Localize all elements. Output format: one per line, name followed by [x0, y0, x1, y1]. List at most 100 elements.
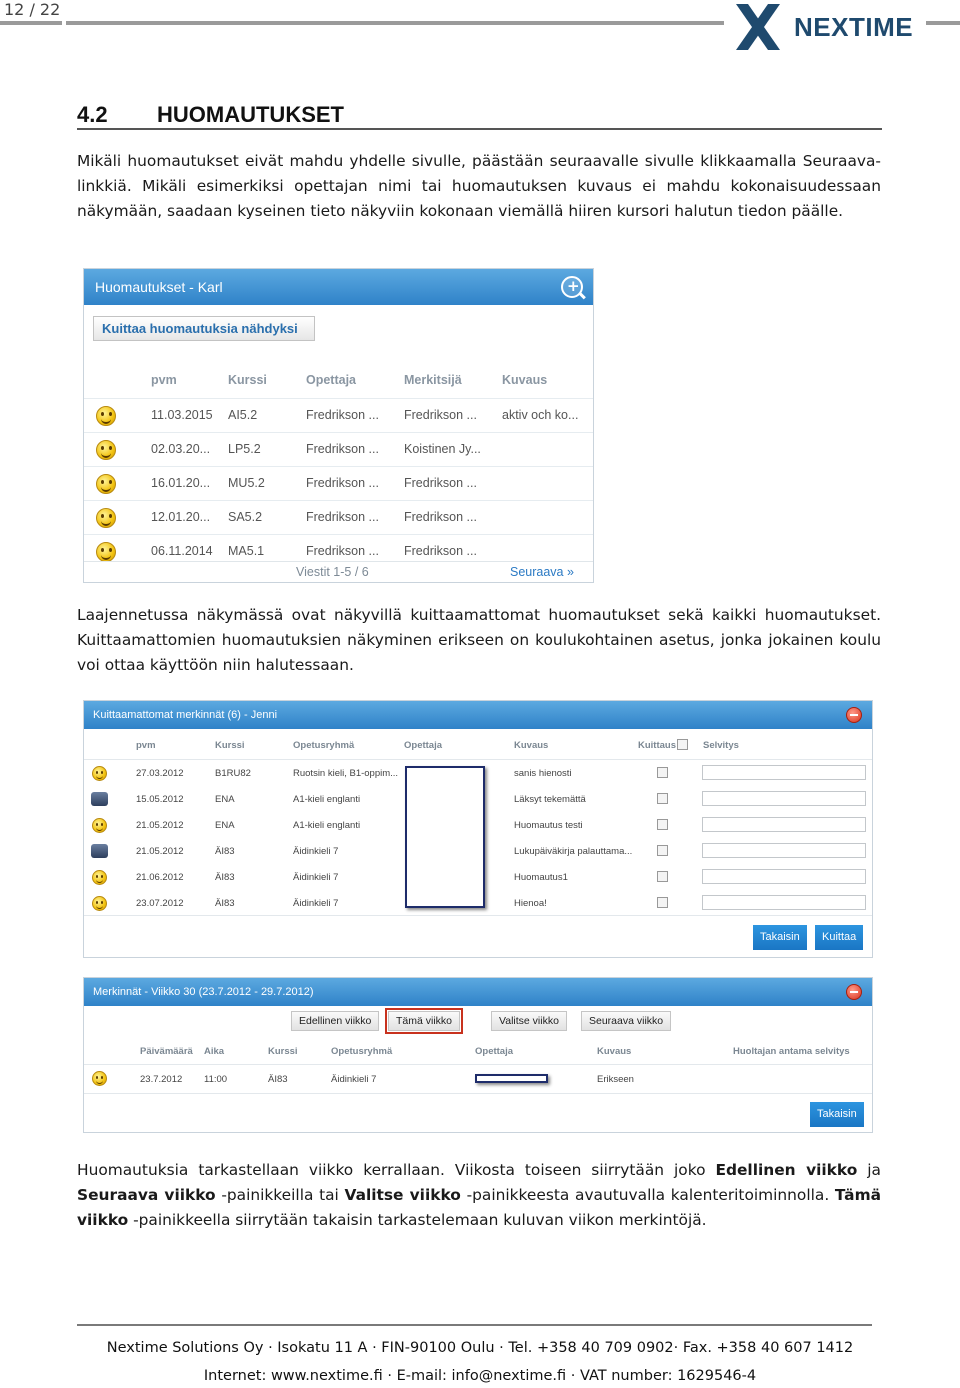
cell-time: 11:00 — [204, 1074, 228, 1085]
cell-teacher: Fredrikson ... — [306, 408, 379, 422]
smiley-icon — [96, 406, 116, 426]
col-header-date: pvm — [151, 373, 177, 387]
cell-course: ÄI83 — [215, 872, 235, 883]
explanation-input[interactable] — [702, 817, 866, 832]
header-rule — [66, 21, 724, 25]
previous-week-button[interactable]: Edellinen viikko — [291, 1011, 380, 1031]
table-row[interactable]: 02.03.20... LP5.2 Fredrikson ... Koistin… — [84, 432, 593, 466]
zoom-in-icon[interactable]: + — [561, 276, 583, 298]
cell-date: 27.03.2012 — [136, 768, 184, 779]
col-header-teacher: Opettaja — [475, 1046, 514, 1057]
table-row[interactable]: 16.01.20... MU5.2 Fredrikson ... Fredrik… — [84, 466, 593, 500]
cell-group: Äidinkieli 7 — [293, 872, 339, 883]
col-header-group: Opetusryhmä — [331, 1046, 393, 1057]
col-header-course: Kurssi — [228, 373, 267, 387]
col-header-description: Kuvaus — [502, 373, 548, 387]
acknowledge-checkbox[interactable] — [657, 793, 668, 804]
next-week-button[interactable]: Seuraava viikko — [581, 1011, 672, 1031]
cell-date: 16.01.20... — [151, 476, 211, 490]
acknowledge-remarks-button[interactable]: Kuittaa huomautuksia nähdyksi — [93, 316, 315, 341]
logo-text: NEXTIME — [794, 12, 914, 42]
select-all-checkbox[interactable] — [677, 739, 688, 750]
col-header-description: Kuvaus — [597, 1046, 632, 1057]
col-header-teacher: Opettaja — [404, 740, 443, 751]
acknowledge-checkbox[interactable] — [657, 819, 668, 830]
acknowledge-checkbox[interactable] — [657, 767, 668, 778]
explanation-input[interactable] — [702, 895, 866, 910]
cell-course: B1RU82 — [215, 768, 251, 779]
cell-marker: Fredrikson ... — [404, 476, 477, 490]
explanation-input[interactable] — [702, 791, 866, 806]
smiley-icon — [96, 474, 116, 494]
cell-teacher: Fredrikson ... — [306, 544, 379, 558]
back-button[interactable]: Takaisin — [810, 1102, 864, 1127]
book-icon — [91, 792, 108, 806]
col-header-marker: Merkitsijä — [404, 373, 462, 387]
cell-teacher: Fredrikson ... — [306, 476, 379, 490]
smiley-icon — [92, 766, 107, 781]
redacted-teacher-box — [475, 1074, 548, 1083]
cell-date: 23.07.2012 — [136, 898, 184, 909]
panel-title: Kuittaamattomat merkinnät (6) - Jenni — [84, 701, 872, 729]
table-row[interactable]: 12.01.20... SA5.2 Fredrikson ... Fredrik… — [84, 500, 593, 534]
col-header-date: pvm — [136, 740, 156, 751]
explanation-input[interactable] — [702, 869, 866, 884]
divider — [84, 759, 872, 760]
col-header-description: Kuvaus — [514, 740, 549, 751]
select-week-button[interactable]: Valitse viikko — [491, 1011, 567, 1031]
close-icon[interactable] — [846, 707, 862, 723]
acknowledge-checkbox[interactable] — [657, 871, 668, 882]
cell-group: Äidinkieli 7 — [293, 898, 339, 909]
table-row[interactable]: 06.11.2014 MA5.1 Fredrikson ... Fredriks… — [84, 534, 593, 568]
cell-description: Erikseen — [597, 1074, 634, 1085]
page-number: 12 / 22 — [4, 0, 61, 19]
section-heading: 4.2 HUOMAUTUKSET — [77, 102, 344, 127]
col-header-date: Päivämäärä — [140, 1046, 193, 1057]
close-icon[interactable] — [846, 984, 862, 1000]
cell-date: 21.05.2012 — [136, 820, 184, 831]
cell-description: aktiv och ko... — [502, 408, 579, 422]
smiley-icon — [96, 440, 116, 460]
divider — [84, 1093, 872, 1094]
col-header-course: Kurssi — [268, 1046, 298, 1057]
col-header-group: Opetusryhmä — [293, 740, 355, 751]
this-week-button[interactable]: Tämä viikko — [384, 1008, 464, 1034]
nextime-logo-icon — [736, 4, 780, 50]
table-row[interactable]: 23.7.2012 11:00 ÄI83 Äidinkieli 7 Erikse… — [84, 1066, 872, 1092]
cell-description: Huomautus testi — [514, 820, 583, 831]
cell-description: Läksyt tekemättä — [514, 794, 586, 805]
acknowledge-checkbox[interactable] — [657, 845, 668, 856]
footer-rule — [77, 1324, 872, 1326]
explanation-input[interactable] — [702, 843, 866, 858]
redacted-teacher-box — [405, 766, 485, 908]
cell-course: ÄI83 — [215, 898, 235, 909]
cell-group: A1-kieli englanti — [293, 820, 361, 831]
cell-description: Hienoa! — [514, 898, 547, 909]
back-button[interactable]: Takaisin — [753, 925, 807, 950]
cell-course: AI5.2 — [228, 408, 258, 422]
table-row[interactable]: 11.03.2015 AI5.2 Fredrikson ... Fredriks… — [84, 398, 593, 432]
divider — [84, 561, 593, 562]
explanation-input[interactable] — [702, 765, 866, 780]
cell-group: Ruotsin kieli, B1-oppim... — [293, 768, 399, 779]
acknowledge-checkbox[interactable] — [657, 897, 668, 908]
divider — [84, 1064, 872, 1065]
cell-date: 21.06.2012 — [136, 872, 184, 883]
cell-date: 02.03.20... — [151, 442, 211, 456]
panel-title: Huomautukset - Karl — [84, 269, 593, 305]
col-header-explanation: Selvitys — [703, 740, 739, 751]
expanded-view-paragraph: Laajennetussa näkymässä ovat näkyvillä k… — [77, 606, 881, 674]
acknowledge-button[interactable]: Kuittaa — [815, 925, 864, 950]
cell-date: 15.05.2012 — [136, 794, 184, 805]
header-rule-left — [0, 21, 62, 25]
col-header-course: Kurssi — [215, 740, 245, 751]
next-page-link[interactable]: Seuraava » — [510, 565, 574, 579]
smiley-icon — [96, 508, 116, 528]
smiley-icon — [92, 818, 107, 833]
cell-course: MA5.1 — [228, 544, 265, 558]
col-header-teacher: Opettaja — [306, 373, 357, 387]
pager-text: Viestit 1-5 / 6 — [296, 565, 369, 579]
heading-rule — [77, 128, 882, 130]
cell-marker: Koistinen Jy... — [404, 442, 481, 456]
unacknowledged-remarks-screenshot: Kuittaamattomat merkinnät (6) - Jenni pv… — [83, 700, 873, 958]
